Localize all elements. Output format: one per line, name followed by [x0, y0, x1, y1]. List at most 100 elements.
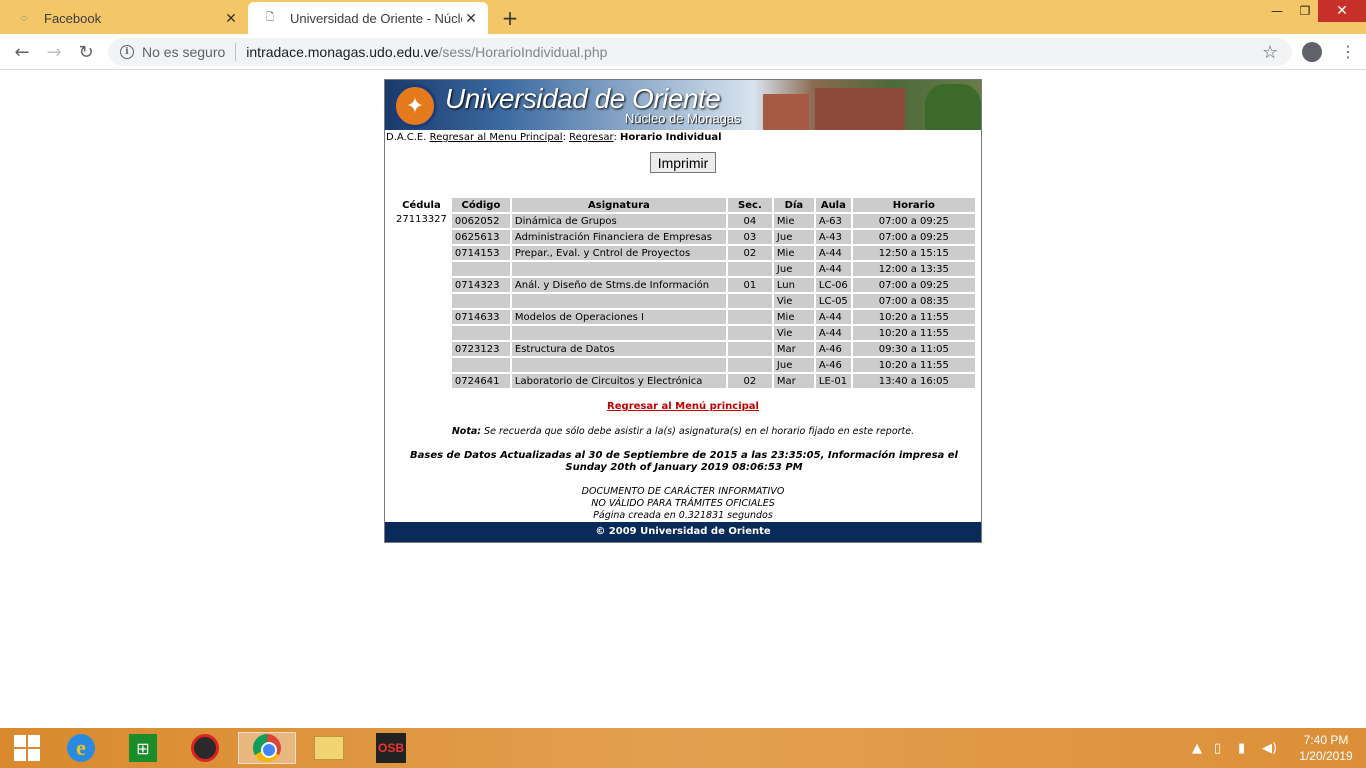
cell-asignatura: Modelos de Operaciones I [511, 310, 726, 324]
window-close-icon[interactable]: ✕ [1318, 0, 1366, 22]
tab-close-icon[interactable]: ✕ [462, 9, 480, 27]
tab-universidad[interactable]: 🗋 Universidad de Oriente - Núcleo ✕ [248, 2, 488, 34]
tray-overflow-icon[interactable]: ▲ [1192, 728, 1202, 768]
cell-codigo [451, 294, 510, 308]
browser-menu-icon[interactable]: ⋮ [1338, 42, 1358, 62]
folder-icon [314, 736, 344, 760]
cell-dia: Vie [773, 326, 814, 340]
database-info-line2: Sunday 20th of January 2019 08:06:53 PM [565, 462, 803, 473]
header-dia: Día [773, 198, 814, 212]
schedule-header-row: Cédula Código Asignatura Sec. Día Aula H… [393, 198, 975, 212]
cell-horario: 12:50 a 15:15 [852, 246, 975, 260]
taskbar-osb[interactable]: OSB [368, 732, 414, 764]
battery-icon[interactable]: ▯ [1214, 728, 1221, 768]
header-aula: Aula [815, 198, 851, 212]
nucleus-name: Núcleo de Monagas [625, 111, 741, 126]
url-host: intradace.monagas.udo.edu.ve [246, 44, 439, 60]
cell-sec: 02 [727, 374, 772, 388]
back-arrow-icon[interactable]: ← [10, 40, 34, 64]
cell-sec [727, 262, 772, 276]
cell-horario: 13:40 a 16:05 [852, 374, 975, 388]
breadcrumb-root: D.A.C.E. [386, 132, 427, 143]
cell-horario: 10:20 a 11:55 [852, 326, 975, 340]
minimize-icon[interactable]: — [1262, 0, 1292, 22]
back-to-menu-link[interactable]: Regresar al Menú principal [385, 401, 981, 412]
note-text: Nota: Se recuerda que sólo debe asistir … [385, 426, 981, 437]
cell-dia: Mie [773, 246, 814, 260]
reload-icon[interactable]: ↻ [74, 40, 98, 64]
university-seal-icon: ✦ [393, 84, 437, 128]
cell-sec [727, 342, 772, 356]
osb-label: OSB [377, 741, 404, 755]
cell-horario: 12:00 a 13:35 [852, 262, 975, 276]
schedule-table: Cédula Código Asignatura Sec. Día Aula H… [391, 196, 977, 390]
start-button[interactable] [4, 732, 50, 764]
cell-dia: Mar [773, 342, 814, 356]
taskbar-file-explorer[interactable] [306, 732, 352, 764]
taskbar-chrome[interactable] [238, 732, 296, 764]
tab-facebook[interactable]: ◌ Facebook ✕ [0, 2, 248, 34]
new-tab-icon[interactable]: + [498, 6, 522, 30]
address-bar[interactable]: i No es seguro intradace.monagas.udo.edu… [108, 38, 1292, 66]
breadcrumb: D.A.C.E. Regresar al Menu Principal: Reg… [386, 132, 722, 143]
info-icon[interactable]: i [120, 45, 134, 59]
cell-horario: 07:00 a 09:25 [852, 230, 975, 244]
cell-asignatura [511, 294, 726, 308]
taskbar-clock[interactable]: 7:40 PM 1/20/2019 [1290, 732, 1362, 764]
cell-aula: A-44 [815, 262, 851, 276]
cell-sec [727, 294, 772, 308]
taskbar-gear-app[interactable] [182, 732, 228, 764]
cell-aula: A-46 [815, 342, 851, 356]
print-button[interactable]: Imprimir [649, 152, 717, 173]
cell-asignatura [511, 262, 726, 276]
cell-sec: 04 [727, 214, 772, 228]
cell-aula: A-43 [815, 230, 851, 244]
cell-horario: 09:30 a 11:05 [852, 342, 975, 356]
header-cedula: Cédula [393, 198, 450, 212]
banner-building [763, 94, 809, 130]
network-signal-icon[interactable]: ▮ [1238, 728, 1245, 768]
clock-date: 1/20/2019 [1299, 749, 1353, 763]
cell-codigo: 0724641 [451, 374, 510, 388]
table-row: 0724641 Laboratorio de Circuitos y Electr… [393, 374, 975, 388]
facebook-favicon-icon: ◌ [21, 12, 27, 24]
cell-codigo: 0714323 [451, 278, 510, 292]
omnibox-divider [235, 43, 237, 61]
cell-aula: A-44 [815, 326, 851, 340]
account-avatar-icon[interactable] [1302, 42, 1322, 62]
university-banner: ✦ Universidad de Oriente Núcleo de Monag… [385, 80, 981, 130]
cell-horario: 07:00 a 09:25 [852, 278, 975, 292]
cell-codigo [451, 262, 510, 276]
volume-icon[interactable]: ◀) [1262, 728, 1277, 768]
taskbar-store[interactable]: ⊞ [120, 732, 166, 764]
windows-taskbar: e ⊞ OSB ▲ ▯ ▮ ◀) 7:40 PM 1/20/2019 [0, 728, 1366, 768]
cedula-value: 27113327 [393, 214, 450, 388]
breadcrumb-current: Horario Individual [620, 132, 722, 143]
restore-icon[interactable]: ❐ [1290, 0, 1320, 22]
cell-sec [727, 326, 772, 340]
cell-asignatura [511, 358, 726, 372]
red-gear-app-icon [191, 734, 219, 762]
taskbar-internet-explorer[interactable]: e [58, 732, 104, 764]
cell-sec: 02 [727, 246, 772, 260]
breadcrumb-link-menu[interactable]: Regresar al Menu Principal [430, 132, 563, 143]
tab-close-icon[interactable]: ✕ [222, 9, 240, 27]
tab-title: Facebook [44, 10, 102, 26]
cell-horario: 10:20 a 11:55 [852, 310, 975, 324]
cell-aula: A-46 [815, 358, 851, 372]
page-favicon-icon: 🗋 [265, 11, 275, 23]
page-container: ✦ Universidad de Oriente Núcleo de Monag… [384, 79, 982, 543]
table-row: 0714633 Modelos de Operaciones I Mie A-44 10… [393, 310, 975, 324]
cell-dia: Jue [773, 358, 814, 372]
table-row: 0625613 Administración Financiera de Empr… [393, 230, 975, 244]
cell-dia: Mie [773, 214, 814, 228]
breadcrumb-link-back[interactable]: Regresar [569, 132, 613, 143]
cell-sec [727, 310, 772, 324]
cell-asignatura: Prepar., Eval. y Cntrol de Proyectos [511, 246, 726, 260]
bookmark-star-icon[interactable]: ☆ [1262, 42, 1278, 63]
disclaimer-line1: DOCUMENTO DE CARÁCTER INFORMATIVO [581, 486, 785, 497]
print-area: Imprimir [385, 152, 981, 174]
forward-arrow-icon[interactable]: → [42, 40, 66, 64]
tab-title: Universidad de Oriente - Núcleo [290, 10, 462, 26]
browser-titlebar: ◌ Facebook ✕ 🗋 Universidad de Oriente - … [0, 0, 1366, 34]
